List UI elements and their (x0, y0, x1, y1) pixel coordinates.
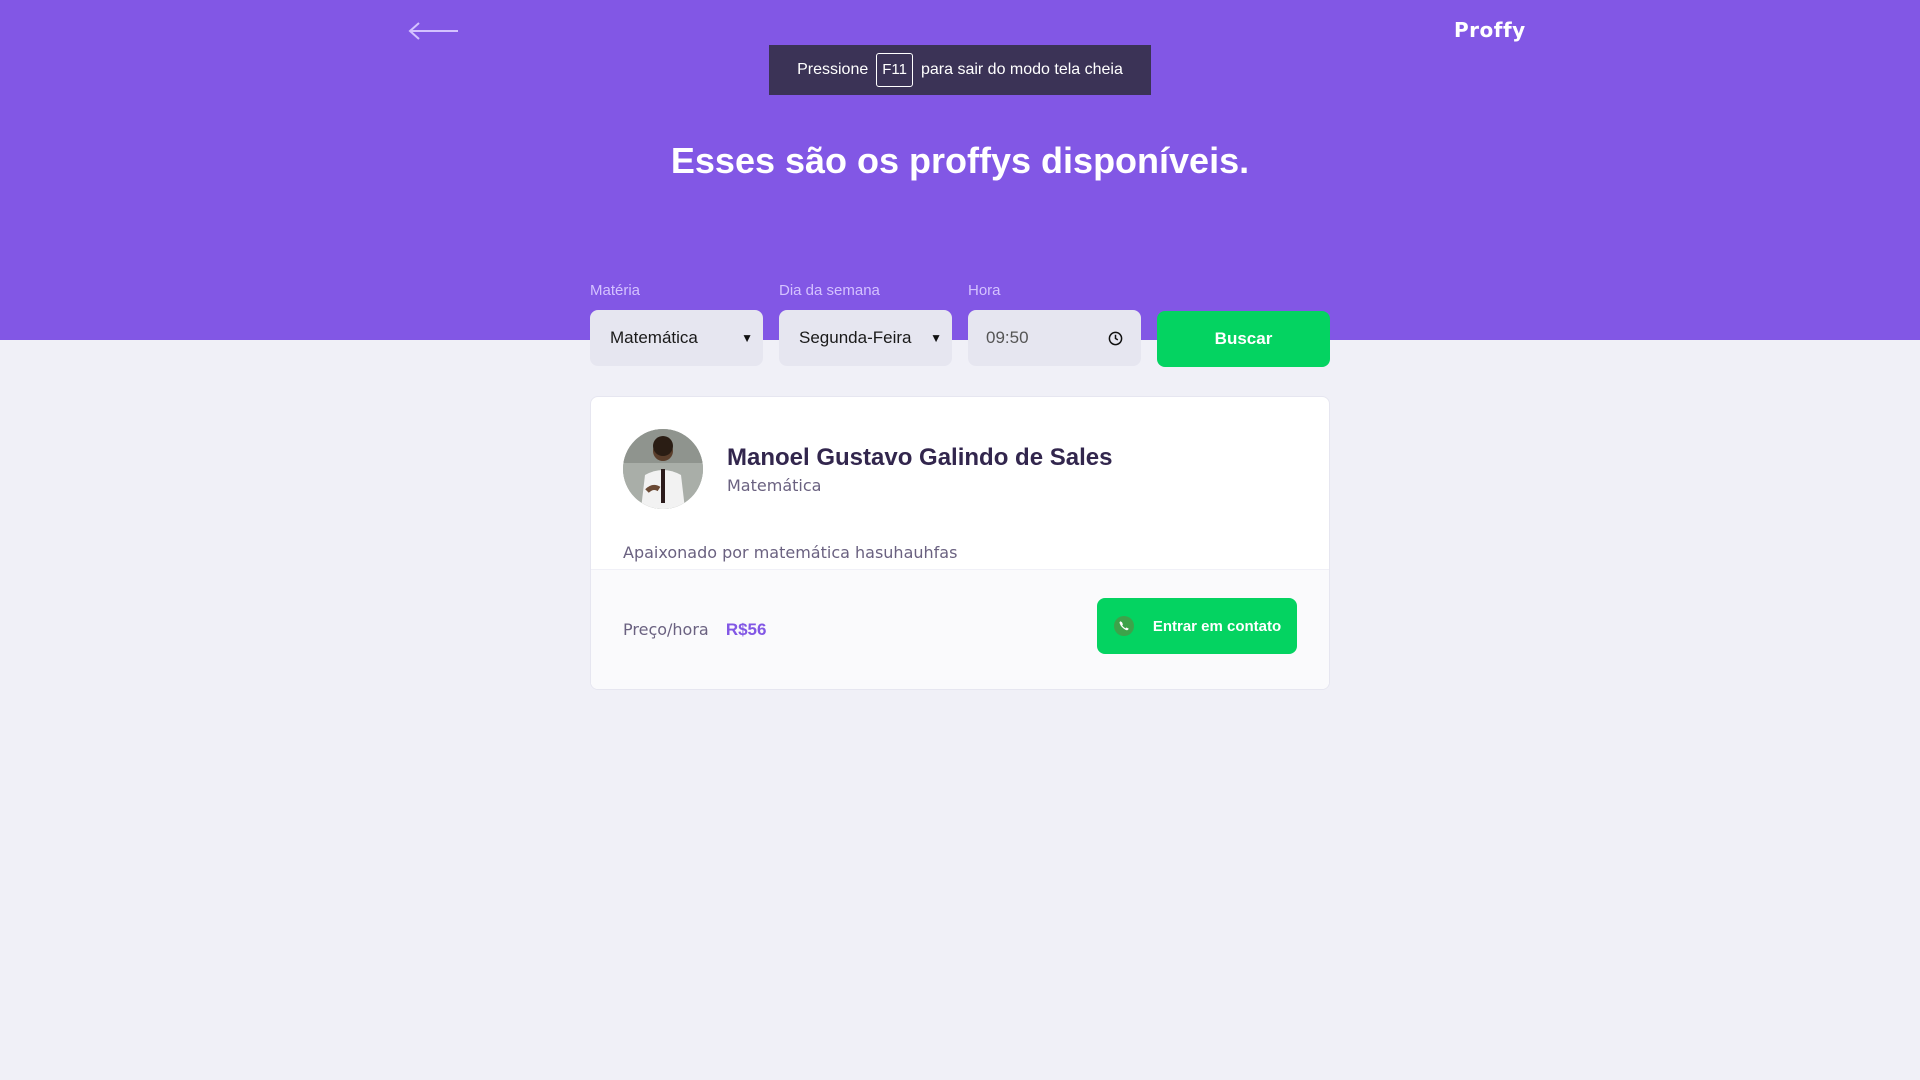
subject-label: Matéria (590, 282, 641, 299)
contact-button[interactable]: Entrar em contato (1097, 598, 1297, 654)
time-field: Hora 09:50 (968, 282, 1141, 366)
page-title: Esses são os proffys disponíveis. (670, 140, 1250, 181)
subject-field: Matéria Matemática ▼ (590, 282, 763, 366)
weekday-field: Dia da semana Segunda-Feira ▼ (779, 282, 952, 366)
subject-select-value: Matemática (610, 328, 698, 347)
avatar (623, 429, 703, 509)
chevron-down-icon: ▼ (930, 331, 942, 345)
teacher-bio: Apaixonado por matemática hasuhauhfas (623, 543, 958, 562)
fullscreen-notice-suffix: para sair do modo tela cheia (920, 61, 1123, 78)
teacher-subject: Matemática (727, 475, 822, 495)
teacher-card-header: Manoel Gustavo Galindo de Sales Matemáti… (623, 429, 1112, 509)
teacher-card: Manoel Gustavo Galindo de Sales Matemáti… (590, 396, 1330, 690)
teacher-name: Manoel Gustavo Galindo de Sales (727, 443, 1113, 471)
search-button[interactable]: Buscar (1157, 311, 1330, 367)
time-input[interactable]: 09:50 (968, 310, 1141, 366)
teacher-card-footer: Preço/hora R$56 Entrar em contato (591, 569, 1329, 689)
fullscreen-notice-prefix: Pressione (797, 61, 869, 78)
price-value: R$56 (725, 620, 767, 639)
search-filters: Matéria Matemática ▼ Dia da semana Segun… (590, 282, 1330, 368)
time-label: Hora (968, 282, 1001, 299)
proffy-logo: Proffy (1454, 18, 1526, 42)
fullscreen-notice: Pressione F11 para sair do modo tela che… (769, 45, 1151, 95)
price-label: Preço/hora (623, 620, 709, 639)
time-input-value: 09:50 (986, 328, 1029, 347)
teacher-info: Manoel Gustavo Galindo de Sales Matemáti… (727, 444, 1112, 495)
weekday-select-value: Segunda-Feira (799, 328, 912, 347)
whatsapp-icon (1113, 616, 1134, 636)
avatar-image (623, 429, 703, 509)
arrow-left-icon[interactable] (408, 20, 460, 42)
weekday-select[interactable]: Segunda-Feira ▼ (779, 310, 952, 366)
f11-key-badge: F11 (876, 53, 913, 87)
contact-button-label: Entrar em contato (1152, 617, 1282, 635)
price-info: Preço/hora R$56 (623, 620, 766, 640)
clock-icon[interactable] (1108, 331, 1123, 346)
weekday-label: Dia da semana (779, 282, 880, 299)
chevron-down-icon: ▼ (741, 331, 753, 345)
subject-select[interactable]: Matemática ▼ (590, 310, 763, 366)
